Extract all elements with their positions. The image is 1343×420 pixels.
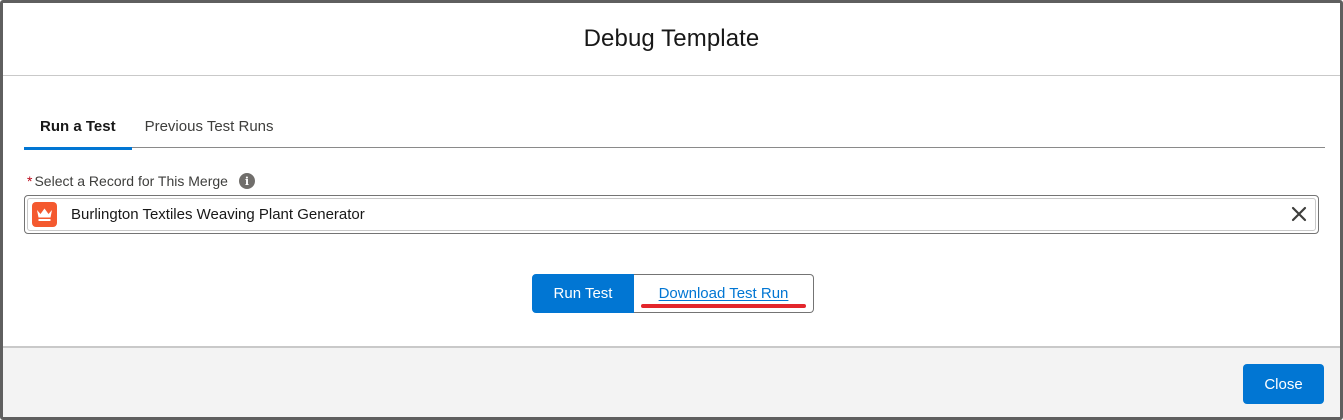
run-test-button[interactable]: Run Test xyxy=(532,274,634,313)
crown-icon xyxy=(32,202,57,227)
download-test-run-label: Download Test Run xyxy=(658,285,789,302)
record-field-label-text: Select a Record for This Merge xyxy=(34,173,228,189)
modal-header: Debug Template xyxy=(3,3,1340,76)
modal-body: Run a Test Previous Test Runs * Select a… xyxy=(3,76,1340,346)
tab-previous-test-runs[interactable]: Previous Test Runs xyxy=(132,104,287,148)
close-button[interactable]: Close xyxy=(1243,364,1324,404)
test-action-button-group: Run Test Download Test Run xyxy=(532,274,814,313)
record-field-label: * Select a Record for This Merge i xyxy=(27,171,255,191)
required-marker: * xyxy=(27,173,33,189)
selected-record-value[interactable]: Burlington Textiles Weaving Plant Genera… xyxy=(71,206,365,223)
tab-bar: Run a Test Previous Test Runs xyxy=(24,104,1325,150)
record-lookup-input[interactable]: Burlington Textiles Weaving Plant Genera… xyxy=(24,195,1319,234)
close-icon[interactable] xyxy=(1290,205,1308,223)
modal-title: Debug Template xyxy=(583,25,760,52)
modal-footer: Close xyxy=(3,346,1340,417)
debug-template-modal: Debug Template Run a Test Previous Test … xyxy=(0,0,1343,420)
info-icon[interactable]: i xyxy=(238,173,255,189)
download-test-run-button[interactable]: Download Test Run xyxy=(634,274,814,313)
annotation-underline xyxy=(641,304,806,308)
tab-run-a-test[interactable]: Run a Test xyxy=(24,104,132,150)
